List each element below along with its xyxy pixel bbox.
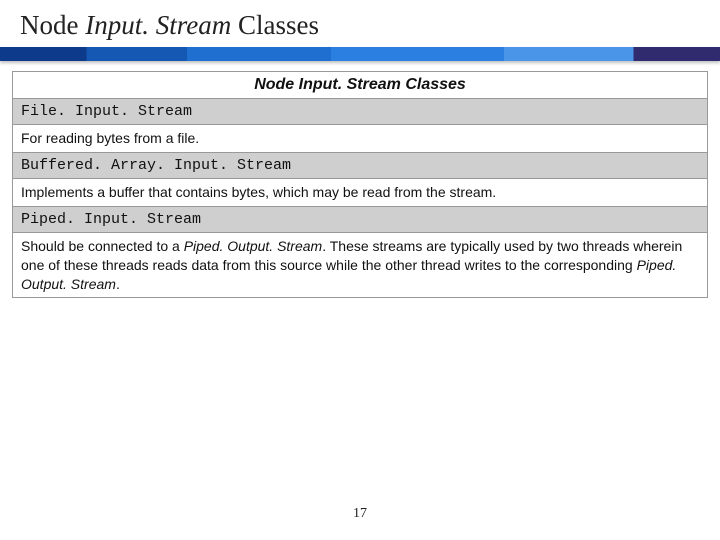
desc-text: . (116, 276, 120, 292)
desc-classref: Piped. Output. Stream (184, 238, 323, 254)
title-text-post: Classes (231, 10, 319, 40)
slide-title: Node Input. Stream Classes (0, 0, 720, 47)
title-text-pre: Node (20, 10, 85, 40)
table-row: Implements a buffer that contains bytes,… (13, 178, 708, 206)
desc-text: Should be connected to a (21, 238, 184, 254)
title-underline-bar (0, 47, 720, 61)
table-row: File. Input. Stream (13, 99, 708, 125)
class-name-cell: Piped. Input. Stream (13, 206, 708, 232)
class-desc-cell: Should be connected to a Piped. Output. … (13, 232, 708, 298)
title-text-italic: Input. Stream (85, 10, 231, 40)
class-desc-cell: For reading bytes from a file. (13, 125, 708, 153)
table-header-cell: Node Input. Stream Classes (13, 72, 708, 99)
class-name-cell: File. Input. Stream (13, 99, 708, 125)
content-area: Node Input. Stream Classes File. Input. … (0, 61, 720, 298)
table-row: Piped. Input. Stream (13, 206, 708, 232)
table-row: Buffered. Array. Input. Stream (13, 152, 708, 178)
table-row: For reading bytes from a file. (13, 125, 708, 153)
page-number: 17 (0, 506, 720, 522)
table-row: Should be connected to a Piped. Output. … (13, 232, 708, 298)
slide: Node Input. Stream Classes Node Input. S… (0, 0, 720, 540)
class-desc-cell: Implements a buffer that contains bytes,… (13, 178, 708, 206)
table-header-row: Node Input. Stream Classes (13, 72, 708, 99)
class-name-cell: Buffered. Array. Input. Stream (13, 152, 708, 178)
node-classes-table: Node Input. Stream Classes File. Input. … (12, 71, 708, 298)
